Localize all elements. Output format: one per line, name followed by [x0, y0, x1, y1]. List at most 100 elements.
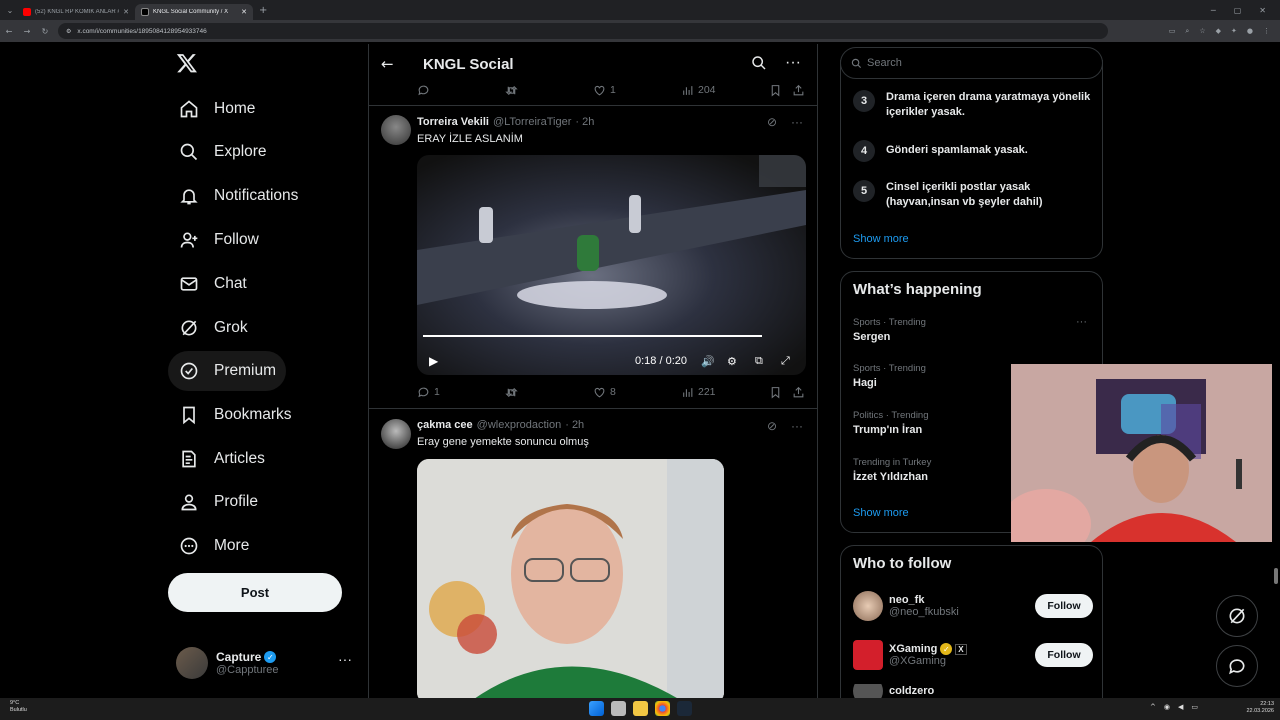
reply-icon	[418, 387, 429, 397]
grok-icon[interactable]: ⊘	[767, 115, 777, 129]
nav-profile[interactable]: Profile	[168, 482, 268, 522]
x-logo-icon[interactable]	[176, 52, 198, 74]
reply-button[interactable]	[417, 84, 505, 97]
nav-bookmarks[interactable]: Bookmarks	[168, 395, 302, 435]
trend-more-icon[interactable]: ···	[1076, 316, 1087, 328]
nav-notifications[interactable]: Notifications	[168, 176, 308, 216]
network-icon[interactable]: ◉	[1164, 703, 1170, 711]
tab-search-icon[interactable]: ⌄	[3, 3, 17, 17]
volume-icon[interactable]: 🔊	[701, 355, 715, 368]
tweet-more-icon[interactable]: ···	[791, 115, 803, 129]
scrollbar-thumb[interactable]	[1274, 568, 1278, 584]
author-handle[interactable]: @LTorreiraTiger	[493, 116, 571, 128]
search-icon[interactable]	[751, 55, 767, 71]
tweet-image[interactable]	[417, 459, 724, 700]
video-progress-bar[interactable]	[423, 335, 763, 337]
pip-icon[interactable]: ⧉	[755, 354, 763, 368]
back-arrow-icon[interactable]: ←	[381, 55, 397, 73]
grok-icon[interactable]: ⊘	[767, 419, 777, 433]
share-icon[interactable]	[792, 84, 805, 97]
author-name[interactable]: çakma cee	[417, 419, 473, 431]
file-explorer-icon[interactable]	[633, 701, 648, 716]
like-button[interactable]: 8	[593, 386, 681, 399]
video-player[interactable]: ▶ 0:18 / 0:20 🔊 ⚙ ⧉ ⤢	[417, 155, 806, 375]
close-tab-icon[interactable]: ✕	[241, 8, 247, 16]
tweet-time[interactable]: · 2h	[565, 419, 584, 431]
bookmark-icon[interactable]	[769, 386, 782, 399]
trend-item[interactable]: Hagi	[853, 377, 877, 389]
follow-suggestion[interactable]: coldzero	[853, 684, 1093, 698]
avatar[interactable]	[381, 419, 411, 449]
nav-home[interactable]: Home	[168, 89, 265, 129]
trend-item[interactable]: Trump'ın İran	[853, 424, 922, 436]
post-button[interactable]: Post	[168, 573, 342, 612]
account-switcher[interactable]: Capture ✓ @Cappturee ···	[176, 645, 356, 681]
nav-more[interactable]: More	[168, 526, 259, 566]
volume-icon[interactable]: ◀	[1178, 703, 1183, 711]
close-window-icon[interactable]: ✕	[1259, 6, 1266, 15]
follow-button[interactable]: Follow	[1035, 594, 1093, 618]
author-name[interactable]: Torreira Vekili	[417, 116, 489, 128]
like-button[interactable]: 1	[593, 84, 681, 97]
tray-arrow-icon[interactable]: ^	[1150, 703, 1156, 711]
site-info-icon[interactable]: ⚙	[66, 28, 71, 35]
repost-button[interactable]	[505, 386, 593, 399]
tweet-more-icon[interactable]: ···	[791, 419, 803, 433]
nav-grok[interactable]: Grok	[168, 308, 258, 348]
repost-button[interactable]	[505, 84, 593, 97]
star-icon[interactable]: ☆	[1199, 27, 1205, 36]
minimize-icon[interactable]: ─	[1211, 6, 1216, 15]
task-view-icon[interactable]	[611, 701, 626, 716]
back-icon[interactable]: ←	[0, 27, 18, 36]
chrome-icon[interactable]	[655, 701, 670, 716]
maximize-icon[interactable]: ▢	[1234, 6, 1242, 15]
reload-icon[interactable]: ↻	[36, 27, 54, 36]
follow-button[interactable]: Follow	[1035, 643, 1093, 667]
zoom-icon[interactable]: ⌕	[1185, 27, 1189, 36]
reply-button[interactable]: 1	[417, 386, 505, 399]
close-tab-icon[interactable]: ✕	[123, 8, 129, 16]
nav-articles[interactable]: Articles	[168, 439, 275, 479]
account-more-icon[interactable]: ···	[338, 651, 352, 667]
follow-suggestion[interactable]: neo_fk @neo_fkubski Follow	[853, 588, 1093, 624]
rules-show-more-link[interactable]: Show more	[853, 233, 909, 245]
views-button[interactable]: 221	[681, 386, 769, 399]
nav-explore[interactable]: Explore	[168, 132, 277, 172]
more-options-icon[interactable]: ···	[785, 54, 801, 72]
forward-icon[interactable]: →	[18, 27, 36, 36]
address-bar[interactable]: ⚙ x.com/i/communities/189508412895493374…	[58, 23, 1108, 39]
bookmark-icon[interactable]	[769, 84, 782, 97]
weather-widget[interactable]: 9°C Bulutlu	[10, 700, 27, 714]
trends-show-more-link[interactable]: Show more	[853, 507, 909, 519]
clock[interactable]: 22:13 22.03.2026	[1246, 701, 1274, 715]
nav-premium[interactable]: Premium	[168, 351, 287, 391]
avatar[interactable]	[381, 115, 411, 145]
settings-icon[interactable]: ⚙	[727, 355, 737, 368]
play-icon[interactable]: ▶	[429, 354, 438, 368]
tweet-header: Torreira Vekili @LTorreiraTiger · 2h	[417, 116, 594, 128]
trend-item[interactable]: İzzet Yıldızhan	[853, 471, 928, 483]
extension-icon[interactable]: ◆	[1216, 27, 1221, 36]
browser-tab-active[interactable]: KNGL Social Community / X ✕	[135, 4, 253, 20]
menu-icon[interactable]: ⋮	[1263, 27, 1270, 36]
nav-follow[interactable]: Follow	[168, 220, 269, 260]
start-icon[interactable]	[589, 701, 604, 716]
trend-item[interactable]: Sergen	[853, 331, 890, 343]
share-icon[interactable]	[792, 386, 805, 399]
install-icon[interactable]: ▭	[1169, 27, 1176, 36]
nav-chat[interactable]: Chat	[168, 264, 257, 304]
follow-suggestion[interactable]: XGaming ✓ X @XGaming Follow	[853, 637, 1093, 673]
grok-fab[interactable]	[1216, 595, 1258, 637]
new-tab-button[interactable]: +	[259, 5, 267, 16]
messages-fab[interactable]	[1216, 645, 1258, 687]
fullscreen-icon[interactable]: ⤢	[781, 354, 790, 368]
profile-icon[interactable]: ●	[1247, 27, 1253, 36]
author-handle[interactable]: @wlexprodaction	[477, 419, 562, 431]
views-button[interactable]: 204	[681, 84, 769, 97]
browser-tab[interactable]: (52) KNGL RP KOMİK ANLAR #... ✕	[17, 4, 135, 20]
page-scrollbar[interactable]	[1272, 44, 1280, 700]
puzzle-icon[interactable]: ✦	[1231, 27, 1237, 36]
steam-icon[interactable]	[677, 701, 692, 716]
tweet-time[interactable]: · 2h	[575, 116, 594, 128]
battery-icon[interactable]: ▭	[1191, 703, 1198, 711]
